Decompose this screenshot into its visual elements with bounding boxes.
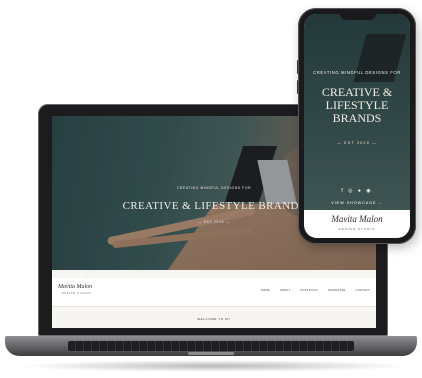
social-icons: f ◎ ● ◉ <box>62 272 83 277</box>
phone-tagline-big: CREATIVE & LIFESTYLE BRANDS <box>321 85 393 125</box>
email-icon[interactable]: ◉ <box>78 272 83 277</box>
brand-subtitle: DESIGN STUDIO <box>62 292 92 295</box>
nav-item-portfolio[interactable]: PORTFOLIO <box>300 289 318 292</box>
phone-brand-logo[interactable]: Mavita Malon <box>304 214 410 224</box>
nav-item-showcase[interactable]: SHOWCASE <box>328 289 346 292</box>
welcome-heading: WELCOME TO MY <box>197 317 231 321</box>
phone-hero-image: CREATING MINDFUL DESIGNS FOR CREATIVE & … <box>304 14 410 210</box>
facebook-icon[interactable]: f <box>62 272 64 277</box>
phone-screen: CREATING MINDFUL DESIGNS FOR CREATIVE & … <box>304 14 410 238</box>
floor-shadow <box>18 360 408 372</box>
laptop-keyboard <box>68 341 354 351</box>
instagram-icon[interactable]: ◎ <box>66 272 71 277</box>
pinterest-icon[interactable]: ● <box>73 272 76 277</box>
nav-item-about[interactable]: ABOUT <box>280 289 290 292</box>
nav-item-contact[interactable]: CONTACT <box>356 289 370 292</box>
nav-item-home[interactable]: HOME <box>261 289 270 292</box>
nav-menu: HOME ABOUT PORTFOLIO SHOWCASE CONTACT <box>261 289 370 292</box>
phone-brand-subtitle: DESIGN STUDIO <box>338 227 376 231</box>
phone-notch <box>340 14 376 20</box>
site-navbar: Mavita Malon DESIGN STUDIO HOME ABOUT PO… <box>52 278 376 307</box>
phone-view-showcase-link[interactable]: VIEW SHOWCASE → <box>304 200 410 205</box>
phone-social-icons[interactable]: f ◎ ● ◉ <box>304 188 410 194</box>
brand-logo[interactable]: Mavita Malon <box>58 284 92 290</box>
phone-established: — EST 2015 — <box>337 140 377 145</box>
laptop-trackpad <box>188 352 234 355</box>
phone-tagline-small: CREATING MINDFUL DESIGNS FOR <box>313 70 401 75</box>
view-showcase-link[interactable]: VIEW SHOWCASE → <box>330 272 366 276</box>
